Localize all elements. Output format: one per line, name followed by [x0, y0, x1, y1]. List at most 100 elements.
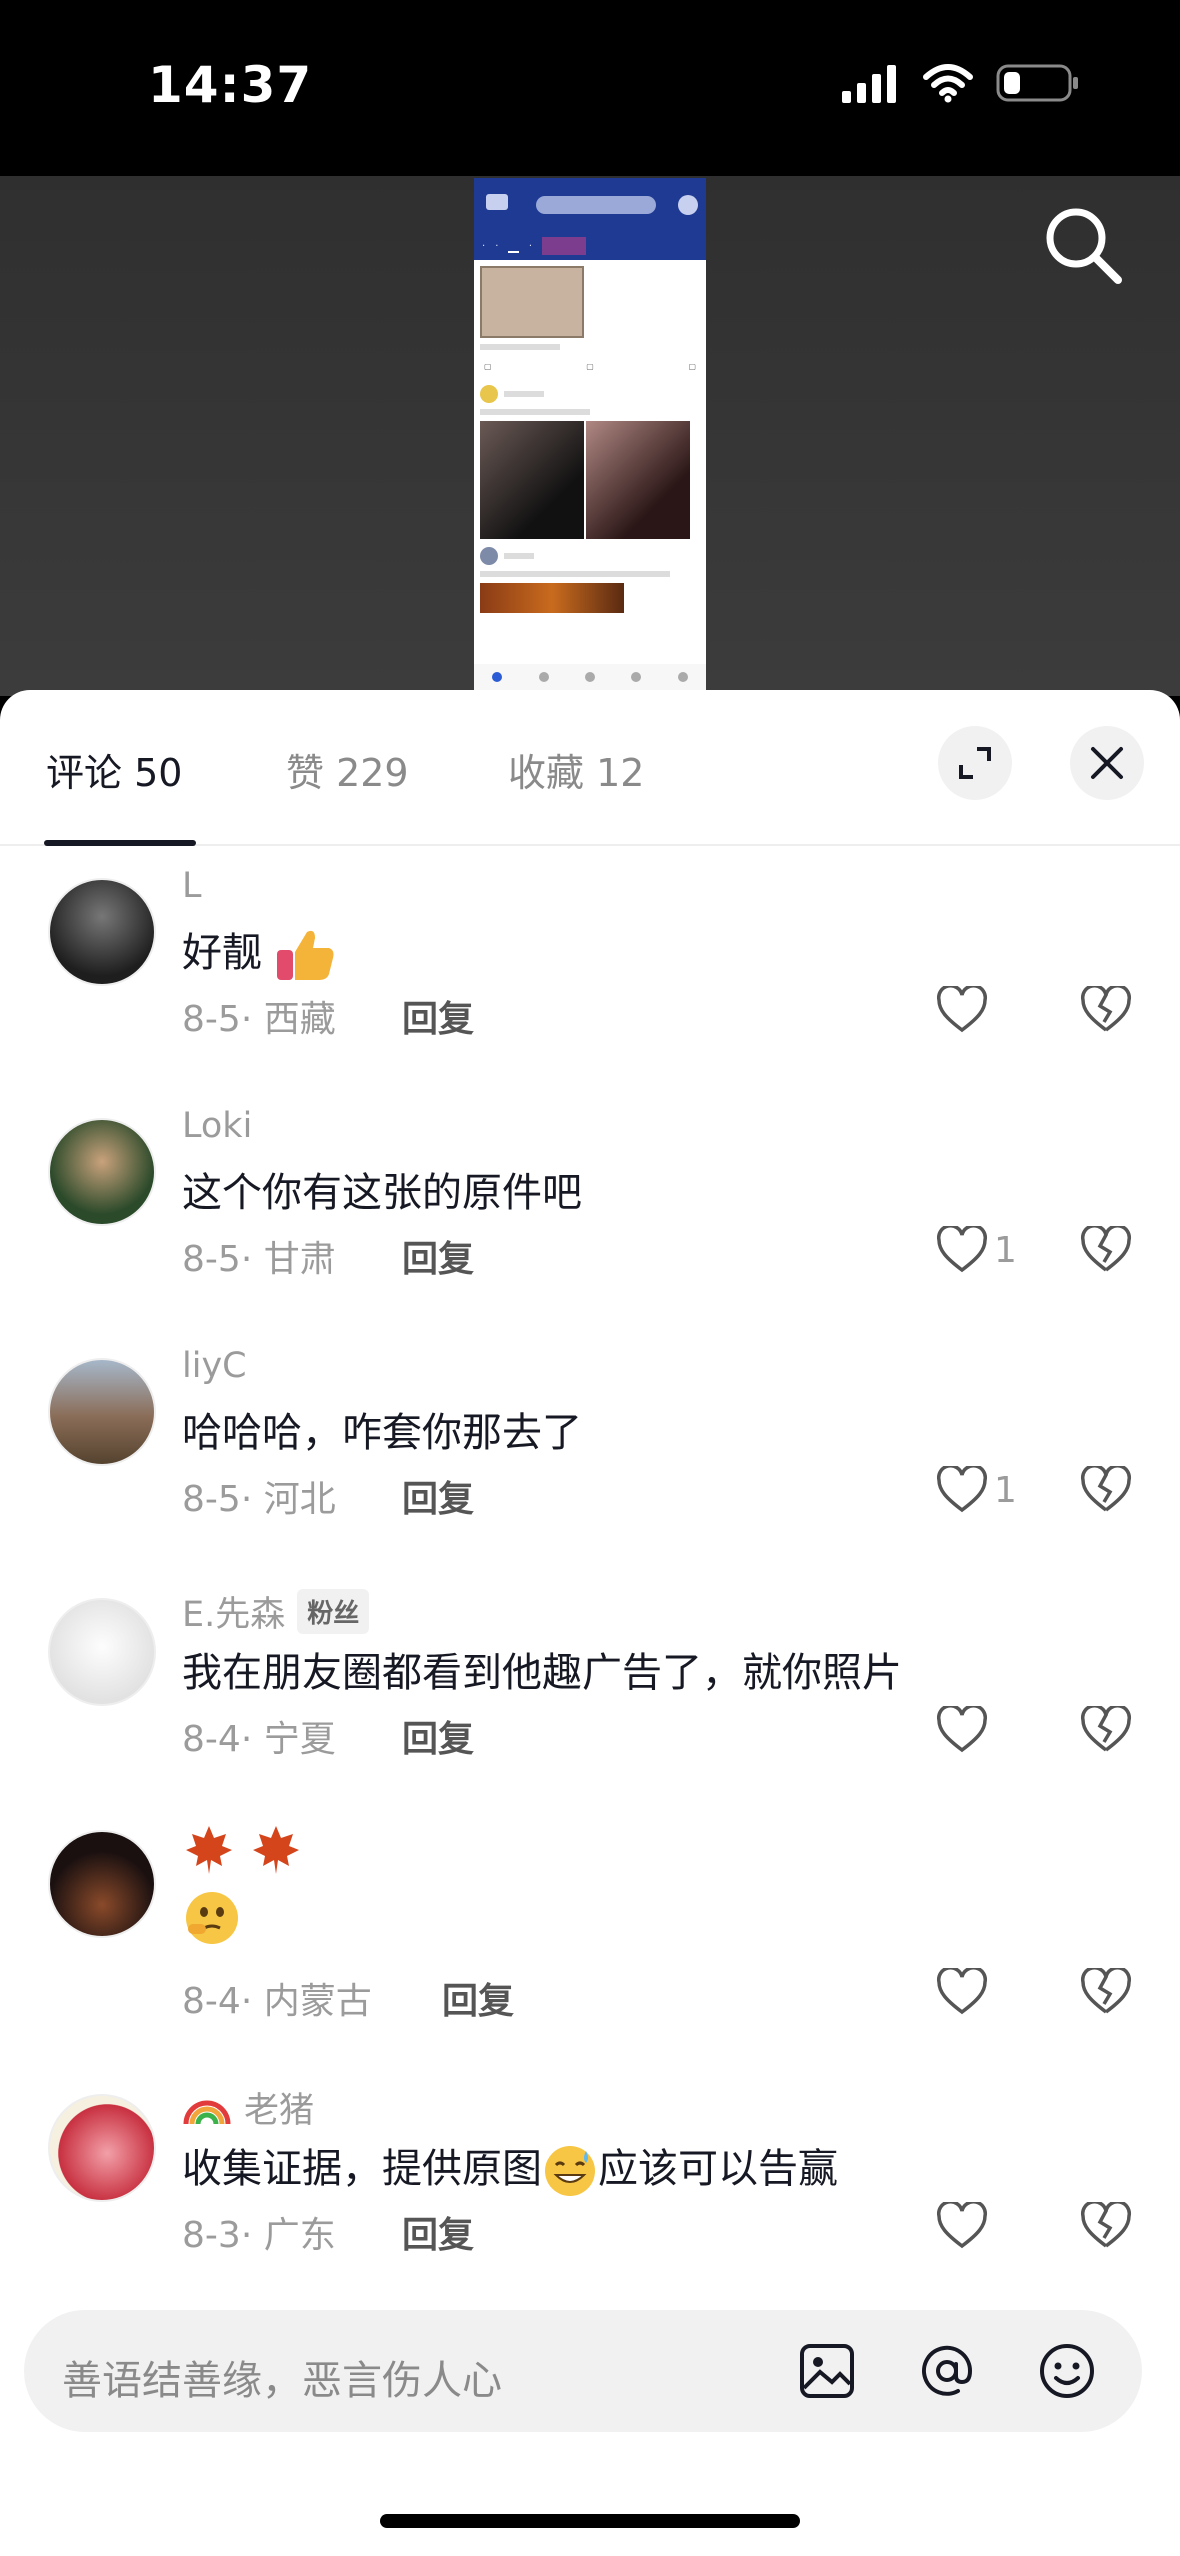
thumb-photo — [586, 421, 690, 539]
comment-date: 8-5 — [182, 1479, 241, 1520]
comment-username[interactable]: E.先森 粉丝 — [182, 1586, 370, 1637]
comment-body-end: 应该可以告赢 — [598, 2146, 838, 2192]
comment-meta: 8-4· 内蒙古 — [182, 1981, 372, 2022]
username-text[interactable]: L — [182, 866, 202, 906]
search-icon[interactable] — [1038, 200, 1128, 290]
comment-item: Loki 这个你有这张的原件吧 8-5· 甘肃 回复 1 — [0, 1100, 1180, 1340]
like-button[interactable]: 1 — [936, 1466, 1017, 1514]
expand-button[interactable] — [938, 726, 1012, 800]
like-button[interactable] — [936, 986, 994, 1034]
comment-date: 8-5 — [182, 1239, 241, 1280]
comment-username[interactable]: L — [182, 866, 202, 906]
comment-input-placeholder[interactable]: 善语结善缘，恶言伤人心 — [62, 2348, 502, 2406]
username-text[interactable]: 老猪 — [244, 2082, 314, 2133]
like-button[interactable] — [936, 1968, 994, 2016]
maple-leaf-icon — [252, 1826, 299, 1874]
comment-meta: 8-5· 甘肃 — [182, 1239, 336, 1280]
thumb-nav-icon — [631, 672, 642, 682]
thumb-avatar — [480, 547, 498, 565]
thumb-bottom-nav — [474, 664, 706, 690]
comment-emoji-line — [182, 1822, 303, 1876]
avatar[interactable] — [48, 1118, 156, 1226]
thumb-nav-icon — [677, 672, 688, 682]
comment-meta: 8-5· 西藏 — [182, 999, 336, 1040]
wifi-icon — [923, 64, 973, 103]
heart-icon — [936, 1226, 988, 1273]
broken-heart-icon — [1080, 1966, 1132, 2014]
username-text[interactable]: Loki — [182, 1106, 252, 1146]
thumb-tab: · — [495, 240, 499, 252]
close-button[interactable] — [1070, 726, 1144, 800]
like-button[interactable] — [936, 2202, 994, 2250]
battery-icon — [996, 64, 1078, 102]
reply-button[interactable]: 回复 — [442, 1972, 514, 2024]
emoji-icon[interactable] — [1034, 2338, 1100, 2404]
video-preview-area[interactable]: · · · ▢ ▢ ▢ — [0, 176, 1180, 696]
comment-date: 8-3 — [182, 2215, 241, 2256]
tab-favorites[interactable]: 收藏 12 — [508, 742, 644, 797]
comment-item: liyC 哈哈哈，咋套你那去了 8-5· 河北 回复 1 — [0, 1340, 1180, 1580]
reply-button[interactable]: 回复 — [402, 1470, 474, 1522]
comment-location: 广东 — [263, 2215, 336, 2256]
avatar[interactable] — [48, 878, 156, 986]
dislike-button[interactable] — [1080, 984, 1132, 1038]
avatar[interactable] — [48, 2094, 156, 2202]
avatar[interactable] — [48, 1598, 156, 1706]
comment-location: 河北 — [263, 1479, 336, 1520]
broken-heart-icon — [1080, 1704, 1132, 1752]
status-bar: 14:37 — [0, 0, 1180, 176]
comments-sheet: 评论 50 赞 229 收藏 12 L 好靓 8-5· 西藏 回复 Loki 这… — [0, 690, 1180, 2556]
thumb-action: ▢ — [484, 362, 492, 371]
like-button[interactable] — [936, 1706, 994, 1754]
dislike-button[interactable] — [1080, 1966, 1132, 2020]
comment-body: 我在朋友圈都看到他趣广告了，就你照片 — [182, 1650, 902, 1696]
thumb-body: ▢ ▢ ▢ — [474, 260, 706, 617]
thumb-photo — [480, 421, 584, 539]
thumb-search-bar — [536, 196, 656, 214]
comment-item: E.先森 粉丝 我在朋友圈都看到他趣广告了，就你照片 8-4· 宁夏 回复 — [0, 1580, 1180, 1820]
avatar[interactable] — [48, 1830, 156, 1938]
comment-location: 内蒙古 — [263, 1981, 372, 2022]
thumbs-up-emoji-icon — [276, 930, 334, 980]
comment-username[interactable]: 老猪 — [182, 2082, 314, 2133]
dislike-button[interactable] — [1080, 1224, 1132, 1278]
thumb-nav-icon — [538, 672, 549, 682]
like-button[interactable]: 1 — [936, 1226, 1017, 1274]
thumb-document-image — [480, 266, 584, 338]
thumb-nav-icon — [584, 672, 595, 682]
comment-item: 8-4· 内蒙古 回复 — [0, 1826, 1180, 2080]
comment-meta: 8-4· 宁夏 — [182, 1719, 336, 1760]
reply-button[interactable]: 回复 — [402, 2206, 474, 2258]
reply-button[interactable]: 回复 — [402, 990, 474, 1042]
rainbow-icon — [183, 2100, 231, 2124]
grinning-sweat-icon — [545, 2146, 595, 2196]
reply-button[interactable]: 回复 — [402, 1710, 474, 1762]
dislike-button[interactable] — [1080, 1464, 1132, 1518]
mention-icon[interactable] — [914, 2338, 980, 2404]
avatar[interactable] — [48, 1358, 156, 1466]
screenshot-thumbnail[interactable]: · · · ▢ ▢ ▢ — [474, 178, 706, 690]
tab-likes[interactable]: 赞 229 — [286, 742, 409, 797]
like-count: 1 — [994, 1229, 1017, 1271]
heart-icon — [936, 1466, 988, 1513]
comment-meta: 8-5· 河北 — [182, 1479, 336, 1520]
maple-leaf-icon — [186, 1826, 232, 1874]
comment-username[interactable]: Loki — [182, 1106, 252, 1146]
comment-location: 宁夏 — [263, 1719, 336, 1760]
image-icon[interactable] — [794, 2338, 860, 2404]
tab-comments[interactable]: 评论 50 — [46, 742, 182, 797]
reply-button[interactable]: 回复 — [402, 1230, 474, 1282]
comment-username[interactable]: liyC — [182, 1346, 247, 1386]
thumb-nav-icon — [492, 672, 503, 682]
comment-body-start: 收集证据，提供原图 — [182, 2146, 542, 2192]
comment-input[interactable]: 善语结善缘，恶言伤人心 — [24, 2310, 1142, 2432]
thumb-text-line — [504, 553, 534, 559]
username-text[interactable]: liyC — [182, 1346, 247, 1386]
status-icons — [840, 62, 1080, 104]
dislike-button[interactable] — [1080, 1704, 1132, 1758]
comment-location: 甘肃 — [263, 1239, 336, 1280]
thumb-photos — [480, 421, 700, 539]
username-text[interactable]: E.先森 — [182, 1586, 285, 1637]
thumb-tab: · — [482, 240, 486, 252]
dislike-button[interactable] — [1080, 2200, 1132, 2254]
